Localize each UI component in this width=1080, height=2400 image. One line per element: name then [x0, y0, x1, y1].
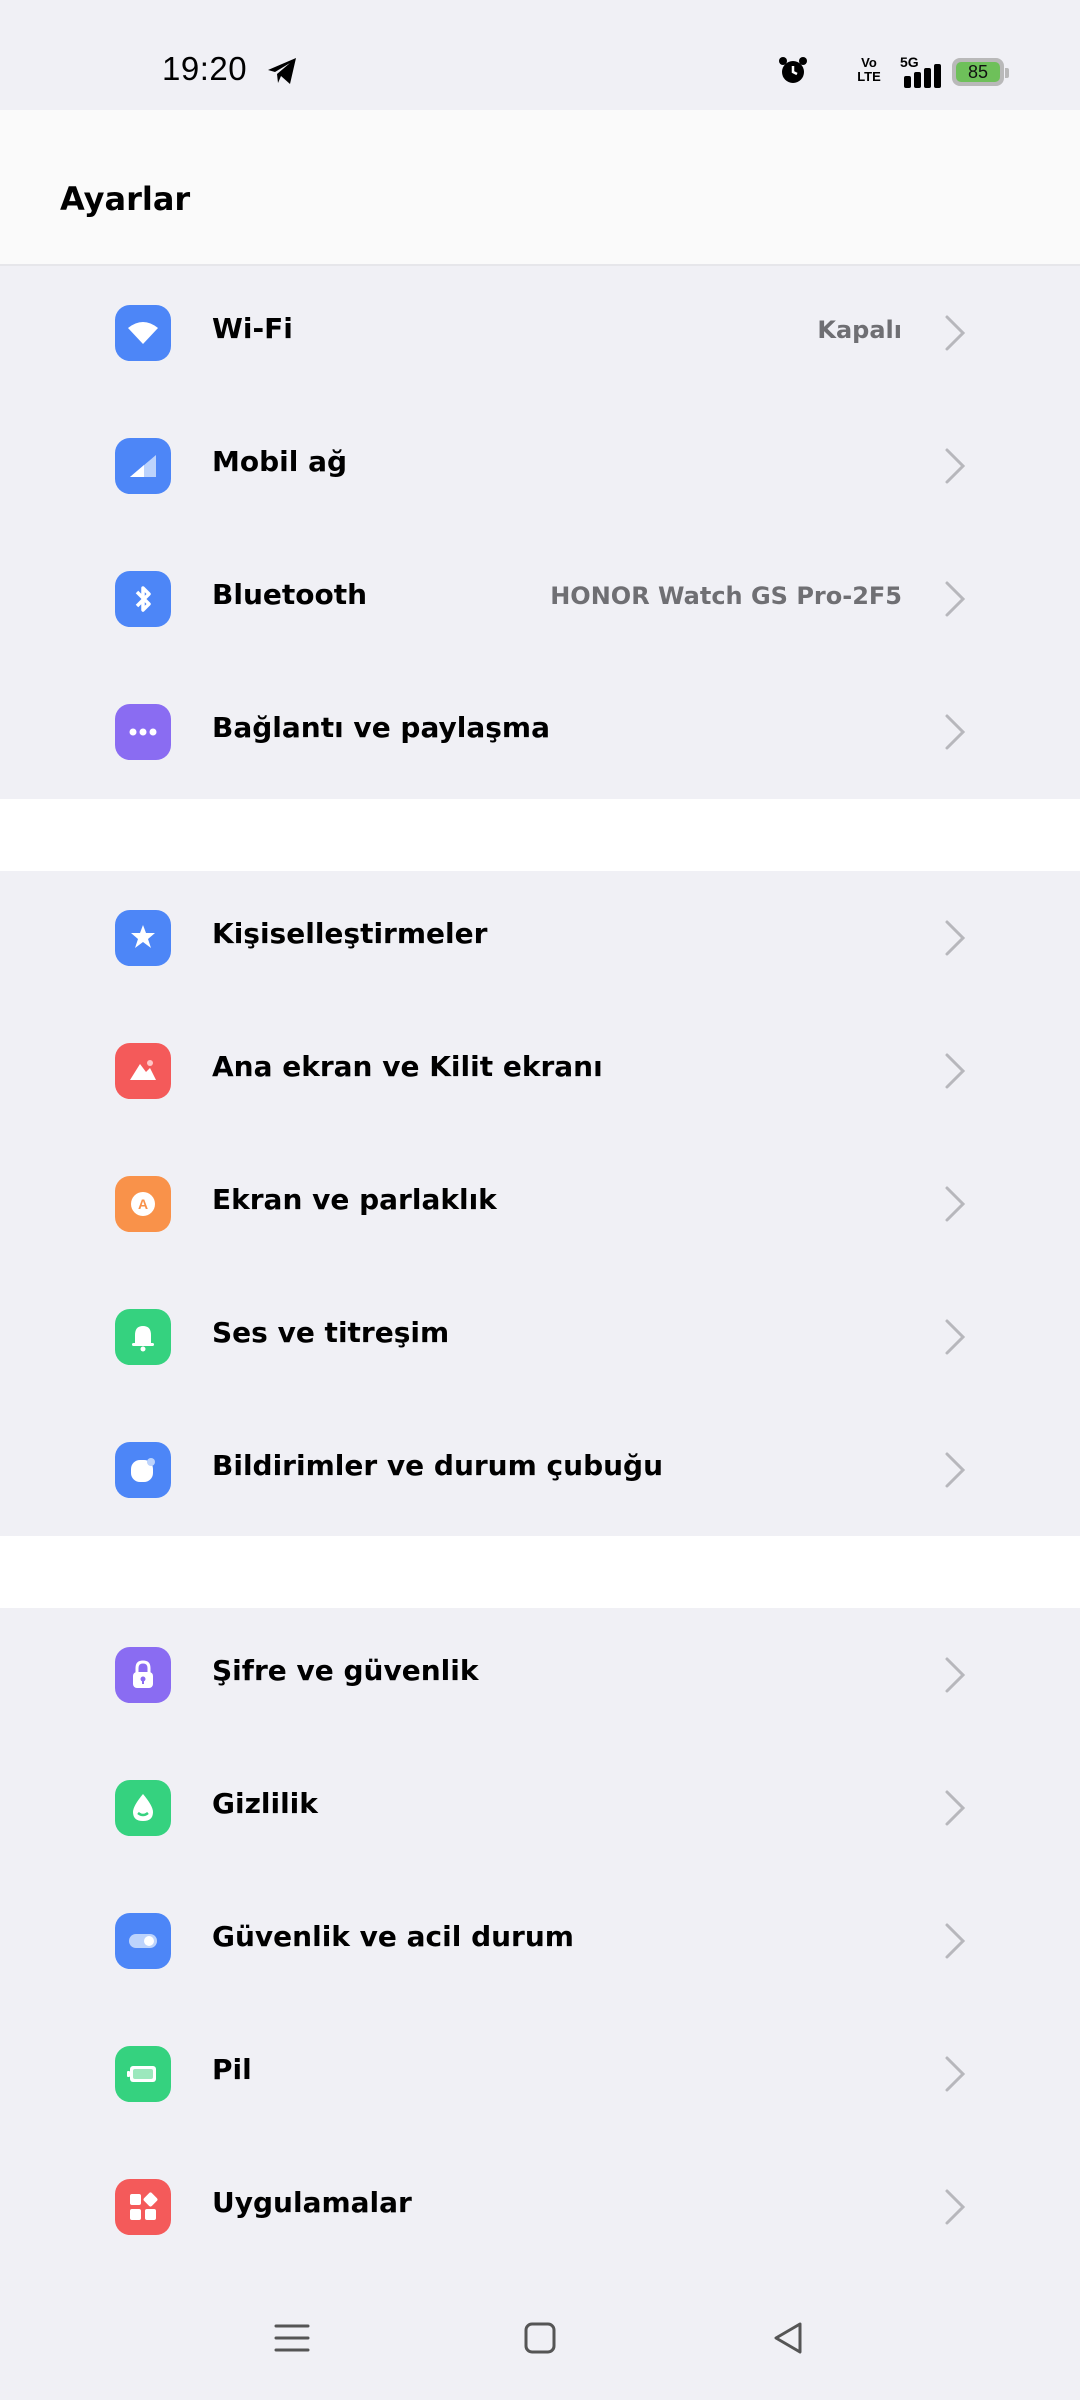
alarm-clock-icon [779, 57, 807, 83]
settings-item-label: Ekran ve parlaklık [212, 1183, 497, 1216]
settings-item-sound-vibration[interactable]: Ses ve titreşim [0, 1270, 1080, 1403]
settings-item-label: Uygulamalar [212, 2186, 412, 2219]
connection-sharing-icon [115, 704, 171, 760]
status-time: 19:20 [162, 50, 248, 87]
settings-item-label: Pil [212, 2053, 252, 2086]
settings-item-connection-sharing[interactable]: Bağlantı ve paylaşma [0, 665, 1080, 798]
settings-group-connectivity: Wi-Fi Kapalı Mobil ağ Bluetooth HONOR Wa… [0, 266, 1080, 799]
settings-item-label: Şifre ve güvenlik [212, 1654, 479, 1687]
apps-icon [115, 2179, 171, 2235]
chevron-right-icon [945, 448, 966, 484]
settings-group-display: Kişiselleştirmeler Ana ekran ve Kilit ek… [0, 871, 1080, 1536]
chevron-right-icon [945, 2189, 966, 2225]
settings-item-privacy[interactable]: Gizlilik [0, 1741, 1080, 1874]
settings-item-label: Wi-Fi [212, 312, 293, 345]
chevron-right-icon [945, 1452, 966, 1488]
status-bar: 19:20 Vo LTE 5G 85 [0, 0, 1080, 110]
safety-toggle-icon [115, 1913, 171, 1969]
sound-bell-icon [115, 1309, 171, 1365]
chevron-right-icon [945, 1790, 966, 1826]
chevron-right-icon [945, 2056, 966, 2092]
settings-item-label: Bluetooth [212, 578, 368, 611]
settings-item-label: Gizlilik [212, 1787, 318, 1820]
chevron-right-icon [945, 1186, 966, 1222]
battery-icon [115, 2046, 171, 2102]
notifications-icon [115, 1442, 171, 1498]
chevron-right-icon [945, 920, 966, 956]
page-header: Ayarlar [0, 110, 1080, 266]
battery-level: 85 [956, 62, 1000, 82]
settings-item-label: Ses ve titreşim [212, 1316, 450, 1349]
settings-item-bluetooth[interactable]: Bluetooth HONOR Watch GS Pro-2F5 [0, 532, 1080, 665]
settings-item-apps[interactable]: Uygulamalar [0, 2140, 1080, 2273]
settings-item-label: Mobil ağ [212, 445, 348, 478]
settings-item-value: Kapalı [817, 316, 902, 344]
settings-item-wifi[interactable]: Wi-Fi Kapalı [0, 266, 1080, 399]
volte-bottom-text: LTE [857, 69, 881, 84]
settings-item-label: Ana ekran ve Kilit ekranı [212, 1050, 603, 1083]
settings-item-battery[interactable]: Pil [0, 2007, 1080, 2140]
chevron-right-icon [945, 1319, 966, 1355]
chevron-right-icon [945, 1053, 966, 1089]
privacy-drop-icon [115, 1780, 171, 1836]
display-brightness-icon: A [115, 1176, 171, 1232]
volte-indicator: Vo LTE [856, 56, 882, 84]
chevron-right-icon [945, 1923, 966, 1959]
lock-icon [115, 1647, 171, 1703]
chevron-right-icon [945, 714, 966, 750]
settings-item-label: Bildirimler ve durum çubuğu [212, 1449, 664, 1482]
svg-text:A: A [138, 1196, 148, 1212]
battery-indicator: 85 [952, 58, 1009, 86]
telegram-icon [268, 58, 296, 84]
wifi-icon [115, 305, 171, 361]
bluetooth-icon [115, 571, 171, 627]
settings-item-display-brightness[interactable]: A Ekran ve parlaklık [0, 1137, 1080, 1270]
home-lock-screen-icon [115, 1043, 171, 1099]
chevron-right-icon [945, 1657, 966, 1693]
chevron-right-icon [945, 315, 966, 351]
volte-top-text: Vo [861, 55, 877, 70]
home-icon[interactable] [520, 2318, 560, 2358]
mobile-network-icon [115, 438, 171, 494]
settings-item-label: Güvenlik ve acil durum [212, 1920, 574, 1953]
signal-strength-icon [904, 64, 941, 88]
settings-item-password-security[interactable]: Şifre ve güvenlik [0, 1608, 1080, 1741]
page-title: Ayarlar [60, 180, 191, 218]
group-separator [0, 1536, 1080, 1608]
settings-group-security: Şifre ve güvenlik Gizlilik Güvenlik ve a… [0, 1608, 1080, 2273]
settings-item-personalization[interactable]: Kişiselleştirmeler [0, 871, 1080, 1004]
settings-item-mobile-network[interactable]: Mobil ağ [0, 399, 1080, 532]
settings-item-value: HONOR Watch GS Pro-2F5 [550, 582, 902, 610]
settings-item-notifications[interactable]: Bildirimler ve durum çubuğu [0, 1403, 1080, 1536]
navigation-bar [0, 2280, 1080, 2400]
menu-icon[interactable] [272, 2318, 312, 2358]
settings-item-label: Kişiselleştirmeler [212, 917, 488, 950]
back-icon[interactable] [768, 2318, 808, 2358]
group-separator [0, 799, 1080, 871]
settings-item-home-lock-screen[interactable]: Ana ekran ve Kilit ekranı [0, 1004, 1080, 1137]
settings-item-safety-emergency[interactable]: Güvenlik ve acil durum [0, 1874, 1080, 2007]
chevron-right-icon [945, 581, 966, 617]
personalization-icon [115, 910, 171, 966]
settings-item-label: Bağlantı ve paylaşma [212, 711, 550, 744]
